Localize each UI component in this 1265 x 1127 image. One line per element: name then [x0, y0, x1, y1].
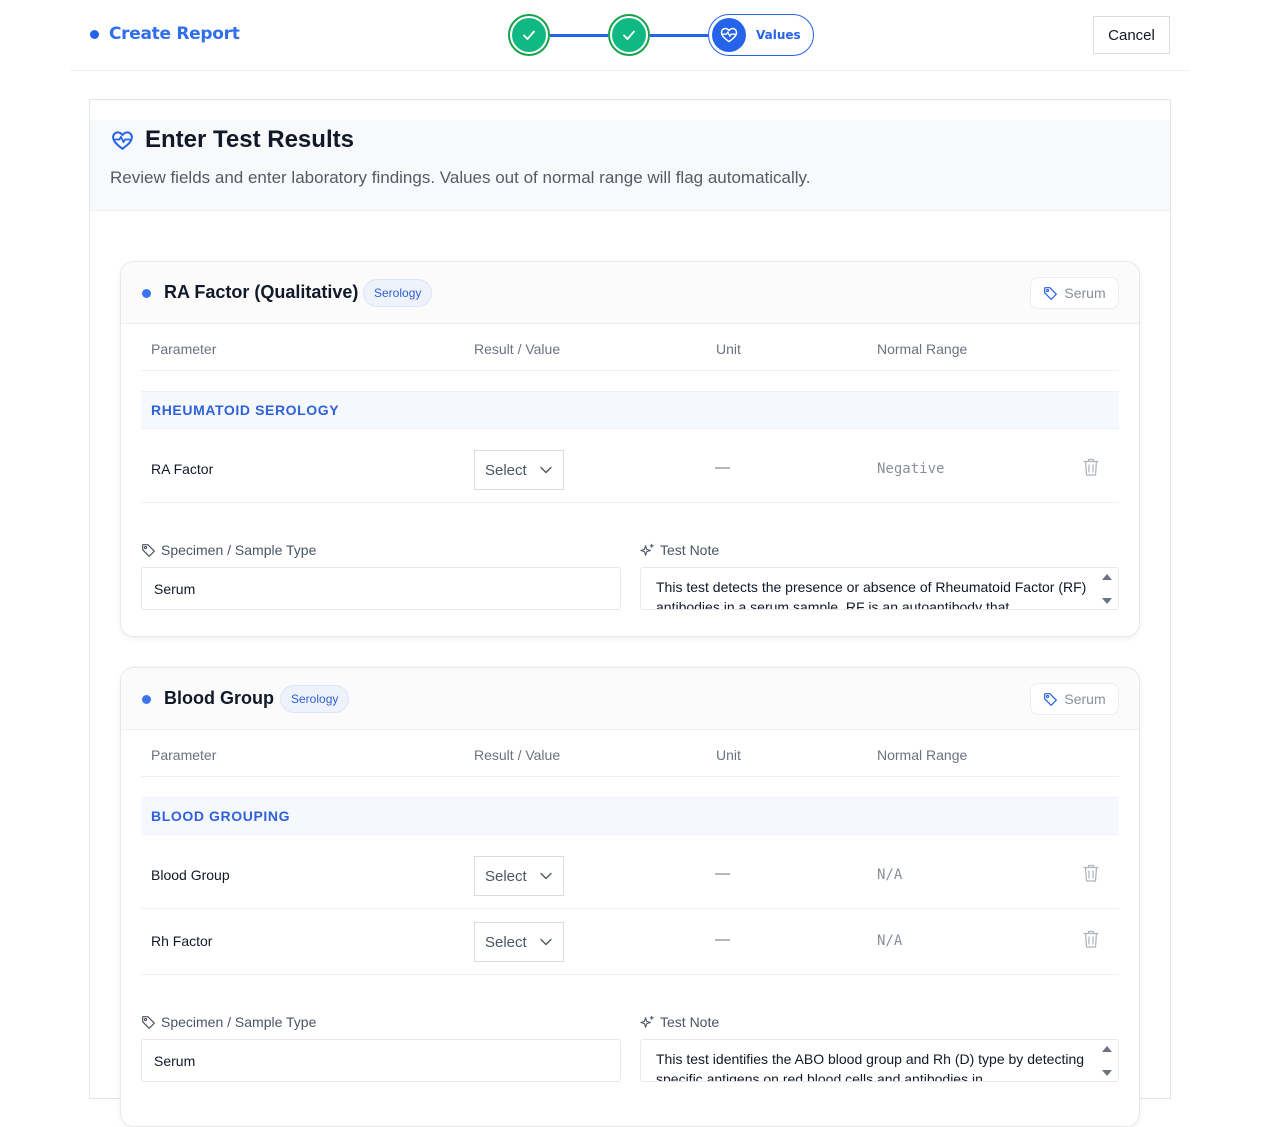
step-2-complete[interactable]: [608, 14, 650, 56]
card-header: Blood Group Serology Serum: [121, 668, 1139, 730]
col-range: Normal Range: [877, 747, 968, 763]
heart-pulse-icon: [720, 27, 738, 43]
chevron-down-icon: [540, 466, 552, 474]
specimen-chip-label: Serum: [1064, 285, 1106, 301]
col-parameter: Parameter: [151, 747, 217, 763]
results-panel: Enter Test Results Review fields and ent…: [89, 99, 1171, 1127]
step-3-label: Values: [756, 28, 801, 42]
unit-value: —: [715, 865, 730, 882]
select-label: Select: [485, 867, 527, 885]
chevron-down-icon: [540, 938, 552, 946]
table-row: Rh Factor Select — N/A: [141, 909, 1119, 975]
test-note-text: This test detects the presence or absenc…: [656, 579, 1087, 610]
col-parameter: Parameter: [151, 341, 217, 357]
brand-dot: [90, 29, 99, 39]
category-badge: Serology: [280, 685, 350, 713]
group-row: BLOOD GROUPING: [141, 797, 1119, 835]
tag-icon: [142, 543, 155, 557]
specimen-input[interactable]: Serum: [141, 1039, 621, 1082]
specimen-label: Specimen / Sample Type: [141, 542, 316, 558]
tag-icon: [1044, 692, 1058, 706]
result-select[interactable]: Select: [474, 856, 564, 896]
specimen-input[interactable]: Serum: [141, 567, 621, 610]
cancel-button[interactable]: Cancel: [1093, 16, 1170, 54]
test-card-blood-group: Blood Group Serology Serum Parameter Res…: [120, 667, 1140, 1127]
step-connector: [650, 33, 708, 37]
normal-range-value: N/A: [877, 867, 903, 883]
result-select[interactable]: Select: [474, 922, 564, 962]
tag-icon: [1044, 286, 1058, 300]
group-row: RHEUMATOID SEROLOGY: [141, 391, 1119, 429]
page-title: Create Report: [109, 24, 240, 44]
specimen-label-text: Specimen / Sample Type: [161, 1014, 317, 1030]
top-bar: Create Report Values Cancel: [70, 0, 1190, 71]
unit-value: —: [715, 931, 730, 948]
param-name: Rh Factor: [151, 933, 213, 949]
col-range: Normal Range: [877, 341, 968, 357]
specimen-chip[interactable]: Serum: [1030, 277, 1119, 309]
select-label: Select: [485, 461, 527, 479]
test-note-label-text: Test Note: [660, 1014, 720, 1030]
test-note-label: Test Note: [640, 542, 719, 558]
tag-icon: [142, 1015, 155, 1029]
group-label: BLOOD GROUPING: [151, 808, 291, 824]
section-subtitle: Review fields and enter laboratory findi…: [110, 168, 811, 187]
trash-icon[interactable]: [1082, 929, 1100, 949]
test-note-label: Test Note: [640, 1014, 719, 1030]
select-label: Select: [485, 933, 527, 951]
panel-header: Enter Test Results Review fields and ent…: [90, 120, 1170, 211]
col-unit: Unit: [716, 341, 741, 357]
heart-pulse-icon: [112, 130, 133, 150]
section-title: Enter Test Results: [145, 126, 354, 153]
unit-value: —: [715, 459, 730, 476]
step-1-complete[interactable]: [508, 14, 550, 56]
col-result: Result / Value: [474, 747, 561, 763]
table-header: Parameter Result / Value Unit Normal Ran…: [141, 731, 1119, 777]
specimen-label-text: Specimen / Sample Type: [161, 542, 317, 558]
specimen-chip-label: Serum: [1064, 691, 1106, 707]
col-result: Result / Value: [474, 341, 561, 357]
test-note-label-text: Test Note: [660, 542, 720, 558]
test-card-ra-factor: RA Factor (Qualitative) Serology Serum P…: [120, 261, 1140, 637]
scrollbar[interactable]: [1100, 572, 1114, 606]
result-select[interactable]: Select: [474, 450, 564, 490]
brand: Create Report: [90, 24, 240, 44]
col-unit: Unit: [716, 747, 741, 763]
check-icon: [623, 30, 635, 40]
table-row: RA Factor Select — Negative: [141, 437, 1119, 503]
group-label: RHEUMATOID SEROLOGY: [151, 402, 340, 418]
table-header: Parameter Result / Value Unit Normal Ran…: [141, 325, 1119, 371]
card-header: RA Factor (Qualitative) Serology Serum: [121, 262, 1139, 324]
chevron-down-icon: [540, 872, 552, 880]
table-row: Blood Group Select — N/A: [141, 843, 1119, 909]
trash-icon[interactable]: [1082, 457, 1100, 477]
test-note-textarea[interactable]: This test detects the presence or absenc…: [640, 567, 1119, 610]
category-badge: Serology: [363, 279, 433, 307]
trash-icon[interactable]: [1082, 863, 1100, 883]
sparkles-icon: [640, 543, 654, 556]
test-note-textarea[interactable]: This test identifies the ABO blood group…: [640, 1039, 1119, 1082]
sparkles-icon: [640, 1015, 654, 1028]
specimen-chip[interactable]: Serum: [1030, 683, 1119, 715]
step-connector: [550, 33, 608, 37]
test-title: Blood Group: [164, 688, 274, 708]
card-dot: [142, 289, 151, 298]
check-icon: [523, 30, 535, 40]
normal-range-value: Negative: [877, 461, 945, 477]
specimen-label: Specimen / Sample Type: [141, 1014, 316, 1030]
param-name: Blood Group: [151, 867, 230, 883]
test-title: RA Factor (Qualitative): [164, 282, 359, 302]
scrollbar[interactable]: [1100, 1044, 1114, 1078]
stepper: Values: [508, 14, 814, 56]
step-3-active[interactable]: Values: [708, 14, 814, 56]
normal-range-value: N/A: [877, 933, 903, 949]
card-dot: [142, 695, 151, 704]
test-note-text: This test identifies the ABO blood group…: [656, 1051, 1085, 1082]
param-name: RA Factor: [151, 461, 214, 477]
